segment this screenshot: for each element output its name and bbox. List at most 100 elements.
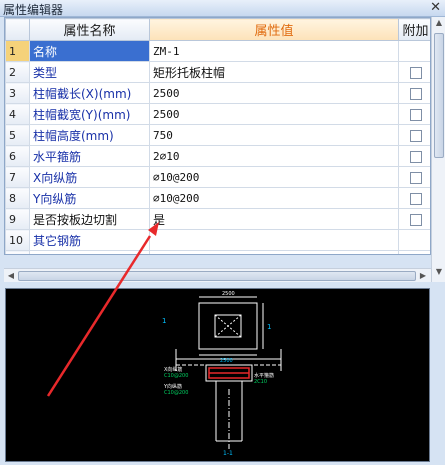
- property-name: 是否按板边切割: [33, 212, 118, 227]
- property-name-cell[interactable]: 备注: [29, 250, 150, 256]
- table-row[interactable]: 9 是否按板边切割 是: [5, 208, 430, 230]
- table-row[interactable]: 4 柱帽截宽(Y)(mm) 2500: [5, 103, 430, 125]
- scroll-right-icon[interactable]: ▶: [417, 270, 429, 282]
- row-number[interactable]: 11: [5, 250, 30, 254]
- property-grid: 属性名称 属性值 附加 1 名称 ZM-1 2 类型 矩形托板柱帽 3 柱帽截长(X)(mm)…: [4, 17, 431, 255]
- property-value-cell[interactable]: ZM-1: [149, 40, 399, 62]
- property-name: 名称: [33, 44, 58, 59]
- property-name: 类型: [33, 65, 58, 80]
- scroll-down-icon[interactable]: ▼: [433, 267, 445, 280]
- property-name: Y向纵筋: [33, 191, 77, 206]
- cap-drawing: 2500 2500 1 1 X向纵筋 C10@200 Y向纵筋 C10@200 …: [162, 291, 282, 457]
- property-name: 其它钢筋: [33, 233, 82, 248]
- property-value-cell[interactable]: 矩形托板柱帽: [149, 61, 399, 83]
- property-value-cell[interactable]: [149, 250, 399, 254]
- add-cell: [398, 40, 430, 62]
- hscroll-thumb[interactable]: [18, 271, 416, 281]
- add-cell: [398, 208, 430, 230]
- property-value-cell[interactable]: 750: [149, 124, 399, 146]
- row-number[interactable]: 10: [5, 229, 30, 251]
- property-value-cell[interactable]: 2500: [149, 82, 399, 104]
- property-name-cell[interactable]: 名称: [29, 40, 150, 62]
- preview-mid-dim: 2500: [220, 358, 233, 364]
- property-value-cell[interactable]: 是: [149, 208, 399, 230]
- property-value-cell[interactable]: 2⌀10: [149, 145, 399, 167]
- row-number[interactable]: 9: [5, 208, 30, 230]
- property-name-cell[interactable]: 柱帽高度(mm): [29, 124, 150, 146]
- property-name-cell[interactable]: 水平箍筋: [29, 145, 150, 167]
- add-cell: [398, 145, 430, 167]
- vertical-scrollbar[interactable]: ▲ ▼: [431, 17, 445, 282]
- preview-right-note-val: 2C10: [254, 379, 267, 385]
- preview-note-4: C10@200: [164, 390, 188, 396]
- add-checkbox[interactable]: [409, 108, 422, 121]
- property-name: 柱帽高度(mm): [33, 128, 114, 143]
- header-property-value[interactable]: 属性值: [149, 18, 399, 41]
- property-name-cell[interactable]: 其它钢筋: [29, 229, 150, 251]
- table-row[interactable]: 5 柱帽高度(mm) 750: [5, 124, 430, 146]
- row-number[interactable]: 3: [5, 82, 30, 104]
- cap-preview-canvas: 2500 2500 1 1 X向纵筋 C10@200 Y向纵筋 C10@200 …: [5, 288, 430, 462]
- preview-dim-top: 2500: [222, 291, 235, 297]
- scroll-thumb[interactable]: [434, 33, 444, 158]
- property-value-cell[interactable]: [149, 229, 399, 251]
- property-value-cell[interactable]: ⌀10@200: [149, 166, 399, 188]
- preview-note-3: Y向纵筋: [163, 383, 182, 390]
- property-name: 备注: [33, 255, 57, 256]
- add-cell: [398, 124, 430, 146]
- table-row[interactable]: 1 名称 ZM-1: [5, 40, 430, 62]
- row-number[interactable]: 7: [5, 166, 30, 188]
- row-number[interactable]: 5: [5, 124, 30, 146]
- table-row[interactable]: 10 其它钢筋: [5, 229, 430, 251]
- preview-note-2: C10@200: [164, 373, 188, 379]
- row-number[interactable]: 2: [5, 61, 30, 83]
- add-cell: [398, 250, 430, 254]
- window-title: 属性编辑器: [3, 3, 64, 17]
- header-property-name[interactable]: 属性名称: [29, 18, 150, 41]
- add-cell: [398, 82, 430, 104]
- property-value-cell[interactable]: ⌀10@200: [149, 187, 399, 209]
- header-add[interactable]: 附加: [398, 18, 430, 41]
- preview-right-label: 1: [267, 323, 271, 331]
- preview-right-note-title: 水平箍筋: [254, 372, 274, 379]
- preview-section-name: 1-1: [223, 450, 233, 457]
- add-checkbox[interactable]: [409, 192, 422, 205]
- table-row[interactable]: 3 柱帽截长(X)(mm) 2500: [5, 82, 430, 104]
- row-number[interactable]: 8: [5, 187, 30, 209]
- add-checkbox[interactable]: [409, 150, 422, 163]
- property-name-cell[interactable]: X向纵筋: [29, 166, 150, 188]
- add-checkbox[interactable]: [409, 129, 422, 142]
- property-name-cell[interactable]: 类型: [29, 61, 150, 83]
- property-name: 柱帽截宽(Y)(mm): [33, 107, 131, 122]
- add-cell: [398, 166, 430, 188]
- add-checkbox[interactable]: [409, 66, 422, 79]
- table-row[interactable]: 2 类型 矩形托板柱帽: [5, 61, 430, 83]
- horizontal-scrollbar[interactable]: ◀ ▶: [4, 268, 431, 282]
- row-number[interactable]: 4: [5, 103, 30, 125]
- property-value-cell[interactable]: 2500: [149, 103, 399, 125]
- add-cell: [398, 229, 430, 251]
- property-name: 柱帽截长(X)(mm): [33, 86, 132, 101]
- table-row[interactable]: 6 水平箍筋 2⌀10: [5, 145, 430, 167]
- property-name-cell[interactable]: 是否按板边切割: [29, 208, 150, 230]
- header-corner: [5, 18, 30, 41]
- table-row[interactable]: 8 Y向纵筋 ⌀10@200: [5, 187, 430, 209]
- preview-note-1: X向纵筋: [164, 366, 182, 373]
- scroll-up-icon[interactable]: ▲: [433, 18, 445, 31]
- property-name: 水平箍筋: [33, 149, 82, 164]
- close-icon[interactable]: ✕: [430, 0, 441, 15]
- scroll-left-icon[interactable]: ◀: [5, 270, 17, 282]
- property-name-cell[interactable]: 柱帽截长(X)(mm): [29, 82, 150, 104]
- add-cell: [398, 103, 430, 125]
- row-number[interactable]: 1: [5, 40, 30, 62]
- add-checkbox[interactable]: [409, 213, 422, 226]
- property-name-cell[interactable]: 柱帽截宽(Y)(mm): [29, 103, 150, 125]
- add-cell: [398, 61, 430, 83]
- preview-side-label: 1: [162, 317, 166, 325]
- add-checkbox[interactable]: [409, 87, 422, 100]
- table-row[interactable]: 7 X向纵筋 ⌀10@200: [5, 166, 430, 188]
- row-number[interactable]: 6: [5, 145, 30, 167]
- table-row[interactable]: 11备注: [5, 250, 430, 256]
- property-name-cell[interactable]: Y向纵筋: [29, 187, 150, 209]
- add-checkbox[interactable]: [409, 171, 422, 184]
